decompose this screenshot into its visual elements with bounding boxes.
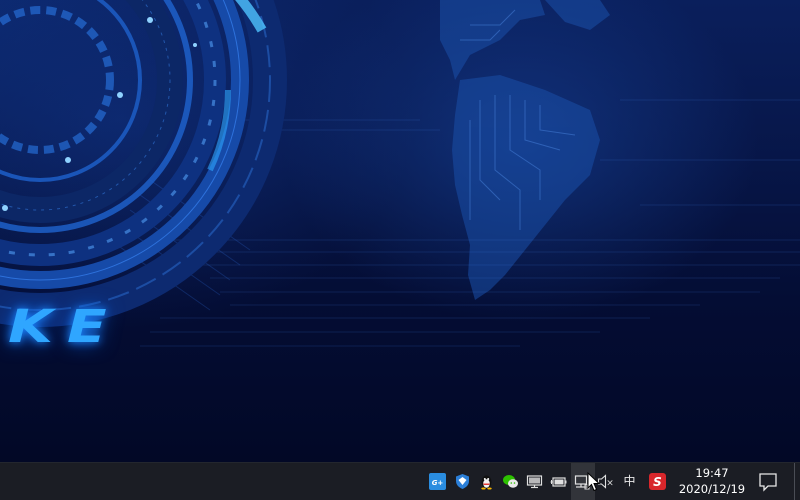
display-monitor-icon[interactable] <box>526 473 543 490</box>
clock-date: 2020/12/19 <box>678 482 746 496</box>
show-desktop-button[interactable] <box>794 463 800 500</box>
notification-speech-bubble-icon <box>759 473 777 492</box>
clock-time: 19:47 <box>695 466 729 480</box>
notification-center-button[interactable] <box>756 471 780 493</box>
gplus-app-icon[interactable]: G+ <box>429 473 446 490</box>
svg-text:G+: G+ <box>432 479 444 487</box>
battery-icon[interactable] <box>550 473 567 490</box>
desktop-wallpaper: KE <box>0 0 800 462</box>
qq-penguin-icon[interactable] <box>478 473 495 490</box>
svg-text:S: S <box>653 475 662 489</box>
svg-text:×: × <box>606 479 614 489</box>
taskbar: G+ × 中 S 19:47 2020/12/19 <box>0 462 800 500</box>
wallpaper-graphics <box>0 0 800 347</box>
mouse-cursor-icon <box>587 472 601 492</box>
taskbar-clock[interactable]: 19:47 2020/12/19 <box>676 465 748 499</box>
world-map-graphic <box>440 0 610 300</box>
wallpaper-logo-text: KE <box>8 300 121 354</box>
ime-language-indicator[interactable]: 中 <box>621 473 638 490</box>
wechat-icon[interactable] <box>502 473 519 490</box>
sogou-input-icon[interactable]: S <box>649 473 666 490</box>
shield-security-icon[interactable] <box>454 473 471 490</box>
